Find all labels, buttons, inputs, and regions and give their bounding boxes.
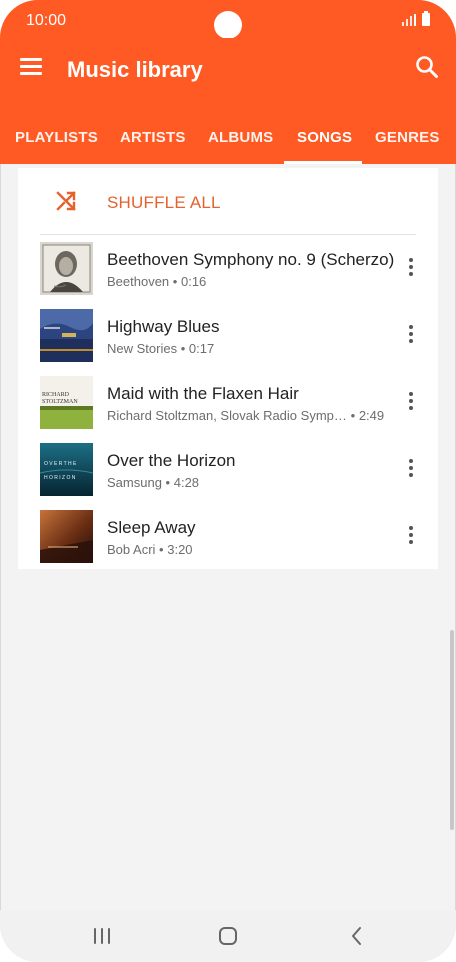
song-artist: New Stories bbox=[107, 341, 178, 356]
more-options-icon[interactable] bbox=[406, 392, 416, 412]
shuffle-icon bbox=[55, 190, 77, 212]
more-options-icon[interactable] bbox=[406, 258, 416, 278]
meta-separator: • bbox=[165, 475, 171, 490]
signal-icon bbox=[402, 14, 416, 26]
battery-icon bbox=[422, 11, 430, 26]
tab-artists[interactable]: ARTISTS bbox=[120, 129, 186, 146]
album-art-highway-blues bbox=[40, 309, 93, 362]
meta-separator: • bbox=[350, 408, 356, 423]
tab-bar: PLAYLISTS ARTISTS ALBUMS SONGS GENRES bbox=[0, 120, 456, 164]
app-bar: Music library PLAYLISTS ARTISTS ALBUMS S… bbox=[0, 38, 456, 164]
song-artist: Bob Acri bbox=[107, 542, 156, 557]
tab-playlists[interactable]: PLAYLISTS bbox=[15, 129, 98, 146]
song-title: Beethoven Symphony no. 9 (Scherzo) bbox=[107, 250, 395, 269]
more-options-icon[interactable] bbox=[406, 526, 416, 546]
song-list-card: SHUFFLE ALL Beethoven Symphony no. 9 (Sc… bbox=[18, 168, 438, 569]
song-duration: 0:16 bbox=[180, 274, 207, 289]
status-icons bbox=[402, 11, 430, 26]
shuffle-all-button[interactable]: SHUFFLE ALL bbox=[18, 168, 438, 234]
song-row[interactable]: O V E R T H E H O R I Z O N Over the Hor… bbox=[18, 437, 438, 504]
song-title: Sleep Away bbox=[107, 518, 196, 537]
song-title: Highway Blues bbox=[107, 317, 220, 336]
tab-indicator bbox=[284, 161, 362, 164]
song-artist: Beethoven bbox=[107, 274, 170, 289]
album-art-text: O V E R T H E bbox=[44, 461, 77, 467]
scrollbar[interactable] bbox=[450, 630, 454, 830]
song-duration: 0:17 bbox=[188, 341, 215, 356]
song-meta: Samsung • 4:28 bbox=[107, 475, 407, 490]
meta-separator: • bbox=[180, 341, 186, 356]
song-meta: Bob Acri • 3:20 bbox=[107, 542, 407, 557]
song-duration: 3:20 bbox=[167, 542, 193, 557]
album-art-sleep-away bbox=[40, 510, 93, 563]
song-meta: Beethoven • 0:16 bbox=[107, 274, 407, 289]
song-artist: Samsung bbox=[107, 475, 162, 490]
album-art-text: RICHARD bbox=[42, 392, 70, 398]
album-art-text: STOLTZMAN bbox=[42, 399, 78, 405]
song-row[interactable]: Highway Blues New Stories • 0:17 bbox=[18, 303, 438, 370]
song-duration: 4:28 bbox=[173, 475, 200, 490]
recent-apps-icon[interactable] bbox=[90, 924, 114, 948]
more-options-icon[interactable] bbox=[406, 325, 416, 345]
meta-separator: • bbox=[172, 274, 178, 289]
song-meta: New Stories • 0:17 bbox=[107, 341, 407, 356]
front-camera bbox=[214, 11, 242, 39]
song-duration: 2:49 bbox=[358, 408, 385, 423]
album-art-stoltzman: RICHARD STOLTZMAN bbox=[40, 376, 93, 429]
album-art-beethoven bbox=[40, 242, 93, 295]
home-icon[interactable] bbox=[216, 924, 240, 948]
status-time: 10:00 bbox=[26, 12, 67, 29]
page-title: Music library bbox=[67, 57, 203, 82]
tab-genres[interactable]: GENRES bbox=[375, 129, 440, 146]
meta-separator: • bbox=[159, 542, 164, 557]
phone-screen: 10:00 Music library PLAYLISTS ARTISTS AL… bbox=[0, 0, 456, 962]
song-artist: Richard Stoltzman, Slovak Radio Symphony… bbox=[107, 408, 347, 423]
album-art-text: H O R I Z O N bbox=[44, 475, 76, 481]
song-title: Over the Horizon bbox=[107, 451, 236, 470]
back-icon[interactable] bbox=[345, 924, 369, 948]
shuffle-all-label: SHUFFLE ALL bbox=[107, 193, 221, 212]
status-bar: 10:00 bbox=[0, 0, 456, 39]
more-options-icon[interactable] bbox=[406, 459, 416, 479]
search-icon[interactable] bbox=[414, 54, 440, 80]
song-row[interactable]: Beethoven Symphony no. 9 (Scherzo) Beeth… bbox=[18, 236, 438, 303]
song-meta: Richard Stoltzman, Slovak Radio Symphony… bbox=[107, 408, 407, 423]
menu-icon[interactable] bbox=[20, 58, 42, 76]
song-title: Maid with the Flaxen Hair bbox=[107, 384, 299, 403]
tab-albums[interactable]: ALBUMS bbox=[208, 129, 273, 146]
navigation-bar bbox=[0, 910, 456, 962]
album-art-over-the-horizon: O V E R T H E H O R I Z O N bbox=[40, 443, 93, 496]
song-row[interactable]: Sleep Away Bob Acri • 3:20 bbox=[18, 504, 438, 571]
song-row[interactable]: RICHARD STOLTZMAN Maid with the Flaxen H… bbox=[18, 370, 438, 437]
tab-songs[interactable]: SONGS bbox=[297, 129, 352, 146]
divider bbox=[40, 234, 416, 235]
